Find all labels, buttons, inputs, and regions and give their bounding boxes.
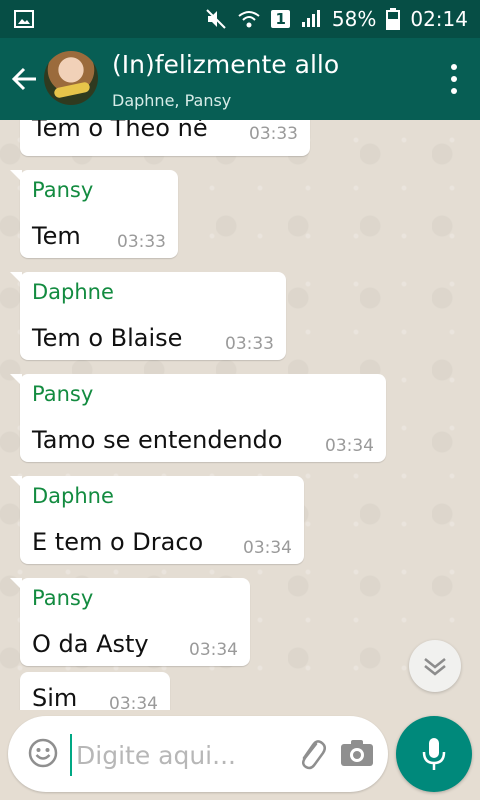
chat-header: (In)felizmente allo Daphne, Pansy [0, 38, 480, 120]
message-text: Tem o Theo né [32, 120, 208, 142]
message-text: Tamo se entendendo [32, 426, 283, 454]
message-time: 03:34 [109, 694, 158, 710]
voice-record-button[interactable] [396, 716, 472, 792]
signal-icon [301, 10, 320, 27]
message-text: Tem [32, 222, 81, 250]
message-time: 03:33 [249, 124, 298, 144]
sender-name: Daphne [32, 484, 114, 508]
chevron-down-icon [424, 658, 446, 676]
message-time: 03:34 [243, 538, 292, 558]
mute-icon [206, 9, 227, 29]
sender-name: Pansy [32, 178, 94, 202]
gallery-notification-icon [14, 10, 34, 28]
paperclip-icon[interactable] [296, 736, 326, 772]
message-text: O da Asty [32, 630, 149, 658]
camera-icon[interactable] [340, 738, 374, 768]
scroll-to-bottom-button[interactable] [409, 640, 461, 692]
wifi-icon [238, 11, 261, 28]
sender-name: Pansy [32, 586, 94, 610]
message-bubble[interactable]: Daphne E tem o Draco 03:34 [10, 476, 304, 564]
overflow-menu-icon[interactable] [450, 64, 458, 94]
chat-title[interactable]: (In)felizmente allo [112, 50, 339, 79]
battery-icon [386, 8, 401, 30]
message-bubble[interactable]: Pansy Tamo se entendendo 03:34 [10, 374, 386, 462]
battery-percent: 58% [331, 7, 377, 31]
message-text: Tem o Blaise [32, 324, 183, 352]
message-text: E tem o Draco [32, 528, 204, 556]
emoji-icon[interactable] [28, 738, 58, 768]
message-bubble[interactable]: Sim 03:34 [20, 672, 170, 710]
message-text: Sim [32, 684, 78, 710]
status-bar: 1 58% 02:14 [0, 0, 480, 38]
message-time: 03:34 [189, 640, 238, 660]
sender-name: Daphne [32, 280, 114, 304]
clock: 02:14 [410, 7, 468, 31]
message-bubble[interactable]: Pansy O da Asty 03:34 [10, 578, 250, 666]
message-time: 03:34 [325, 436, 374, 456]
message-bubble[interactable]: Tem o Theo né 03:33 [20, 120, 310, 156]
sim-badge: 1 [271, 10, 290, 28]
message-time: 03:33 [225, 334, 274, 354]
chat-participants[interactable]: Daphne, Pansy [112, 91, 231, 110]
sender-name: Pansy [32, 382, 94, 406]
message-list[interactable]: Tem o Theo né 03:33 Pansy Tem 03:33 Daph… [0, 120, 480, 710]
message-bubble[interactable]: Pansy Tem 03:33 [10, 170, 178, 258]
message-time: 03:33 [117, 232, 166, 252]
message-bubble[interactable]: Daphne Tem o Blaise 03:33 [10, 272, 286, 360]
group-avatar[interactable] [44, 51, 98, 105]
microphone-icon [422, 738, 446, 770]
back-arrow-icon[interactable] [10, 64, 40, 94]
composer [8, 716, 388, 792]
message-input[interactable] [70, 734, 278, 776]
